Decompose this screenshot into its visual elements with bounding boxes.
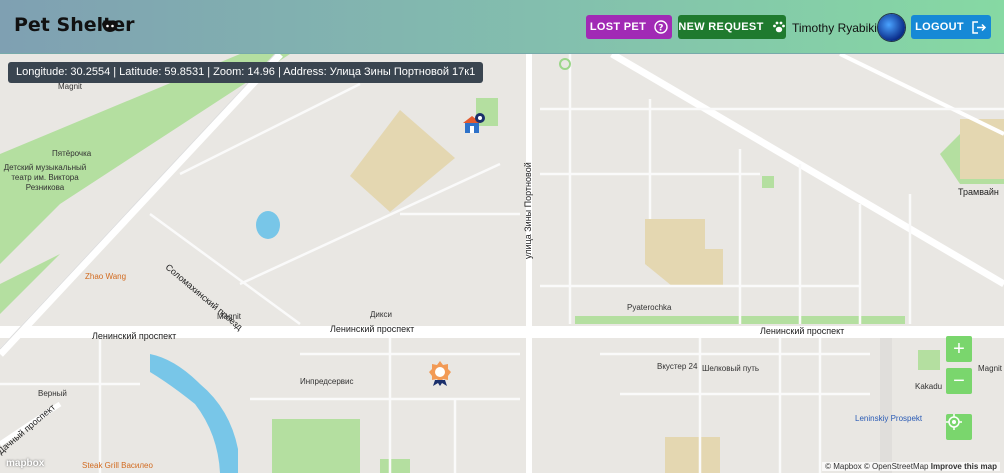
award-marker-icon[interactable] (428, 360, 452, 386)
poi-label: Magnit (58, 82, 83, 91)
new-request-button[interactable]: NEW REQUEST (678, 15, 786, 39)
lost-pet-label: LOST PET (589, 21, 647, 33)
poi-label: Пятёрочка (52, 149, 92, 158)
logout-icon (972, 20, 986, 34)
poi-label: Инпредсервис (300, 377, 354, 386)
shelter-marker-icon[interactable] (462, 113, 486, 135)
street-label: Ленинский проспект (330, 324, 415, 334)
street-label: Трамвайн (958, 187, 999, 197)
poi-label: Steak Grill Василео (82, 461, 153, 470)
svg-text:?: ? (658, 24, 664, 34)
logout-label: LOGOUT (915, 21, 964, 33)
poi-label: Дикси (370, 310, 392, 319)
mapbox-logo[interactable]: mapbox (6, 458, 44, 469)
locate-icon (946, 414, 962, 430)
poi-label: Вкустер 24 (657, 362, 698, 371)
lost-pet-button[interactable]: LOST PET ? (586, 15, 672, 39)
paw-logo-icon (102, 20, 118, 32)
poi-label: Pyaterochka (627, 303, 672, 312)
map-base (0, 54, 1004, 473)
geolocate-button[interactable] (946, 414, 972, 440)
poi-label: Шелковый путь (702, 364, 760, 373)
map-attribution: © Mapbox © OpenStreetMap Improve this ma… (822, 462, 1000, 471)
poi-label: Magnit (978, 364, 1003, 373)
street-label: Ленинский проспект (92, 331, 177, 341)
zoom-out-button[interactable]: − (946, 368, 972, 394)
question-circle-icon: ? (654, 20, 668, 34)
poi-label: Детский музыкальный театр им. Виктора Ре… (3, 163, 87, 192)
zoom-in-button[interactable]: + (946, 336, 972, 362)
new-request-label: NEW REQUEST (678, 21, 764, 33)
street-label: улица Зины Портновой (523, 162, 533, 259)
poi-label: Magnit (217, 312, 242, 321)
app-header: Pet Shelter LOST PET ? NEW REQUEST Timot… (0, 0, 1004, 54)
paw-icon (772, 21, 785, 33)
improve-map-link[interactable]: Improve this map (931, 462, 997, 471)
logout-button[interactable]: LOGOUT (911, 15, 991, 39)
coordinates-readout: Longitude: 30.2554 | Latitude: 59.8531 |… (8, 62, 484, 83)
avatar[interactable] (878, 14, 905, 41)
user-name: Timothy Ryabikin (792, 21, 884, 35)
map-canvas[interactable]: Magnit Пятёрочка Детский музыкальный теа… (0, 54, 1004, 473)
attribution-text[interactable]: © Mapbox © OpenStreetMap (825, 462, 928, 471)
poi-label: Kakadu (915, 382, 943, 391)
poi-label: Zhao Wang (85, 272, 127, 281)
station-label: Leninskiy Prospekt (855, 414, 923, 423)
poi-label: Верный (38, 389, 67, 398)
street-label: Ленинский проспект (760, 326, 845, 336)
